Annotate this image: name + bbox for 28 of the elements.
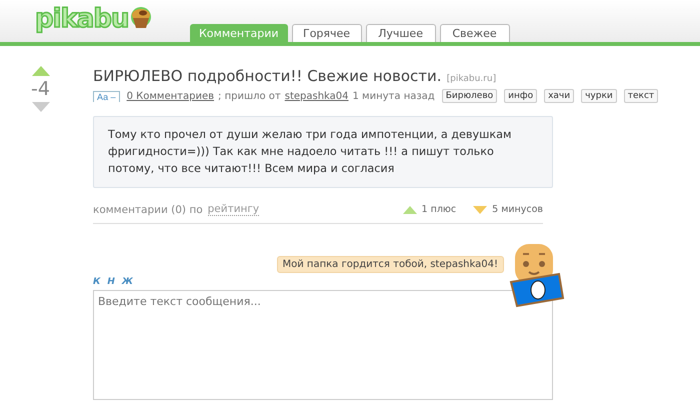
speech-bubble: Мой папка гордится тобой, stepashka04! — [276, 256, 504, 273]
tag-chip[interactable]: чурки — [581, 89, 617, 103]
format-button[interactable]: К — [93, 277, 100, 287]
format-button[interactable]: Н — [107, 277, 115, 287]
minus-count: 5 минусов — [492, 204, 543, 215]
minus-triangle-icon — [473, 206, 488, 214]
tag-chip[interactable]: инфо — [504, 89, 538, 103]
post-time: 1 минута назад — [352, 90, 435, 102]
tag-chip[interactable]: Бирюлево — [442, 89, 498, 103]
comments-link[interactable]: 0 Комментариев — [126, 90, 214, 102]
downvote-icon[interactable] — [32, 102, 50, 112]
nav-tab[interactable]: Лучшее — [366, 24, 436, 42]
comments-count-label: комментарии (0) по — [93, 204, 203, 216]
nav-tab[interactable]: Свежее — [440, 24, 510, 42]
author-link[interactable]: stepashka04 — [284, 90, 349, 102]
format-button[interactable]: Ж — [122, 277, 133, 287]
upvote-icon[interactable] — [32, 66, 50, 76]
rating-value: -4 — [31, 78, 50, 100]
tag-chip[interactable]: хачи — [544, 89, 574, 103]
font-size-toggle[interactable]: Аа – — [93, 90, 120, 102]
post-title[interactable]: БИРЮЛЕВО подробности!! Свежие новости. — [93, 67, 442, 85]
plus-triangle-icon — [402, 206, 417, 214]
message-input[interactable]: Введите текст сообщения... — [93, 290, 553, 400]
posted-by-text: ; пришло от — [218, 90, 281, 102]
plus-count: 1 плюс — [422, 204, 456, 215]
post-body: Тому кто прочел от души желаю три года импотенции, а девушкам фригидности=))) Так как мне надоело читать !!! а пишут только потому, что все читают!!! Всем мира и согласия — [93, 116, 553, 188]
nav-tab[interactable]: Горячее — [292, 24, 362, 42]
tag-chip[interactable]: текст — [624, 89, 658, 103]
